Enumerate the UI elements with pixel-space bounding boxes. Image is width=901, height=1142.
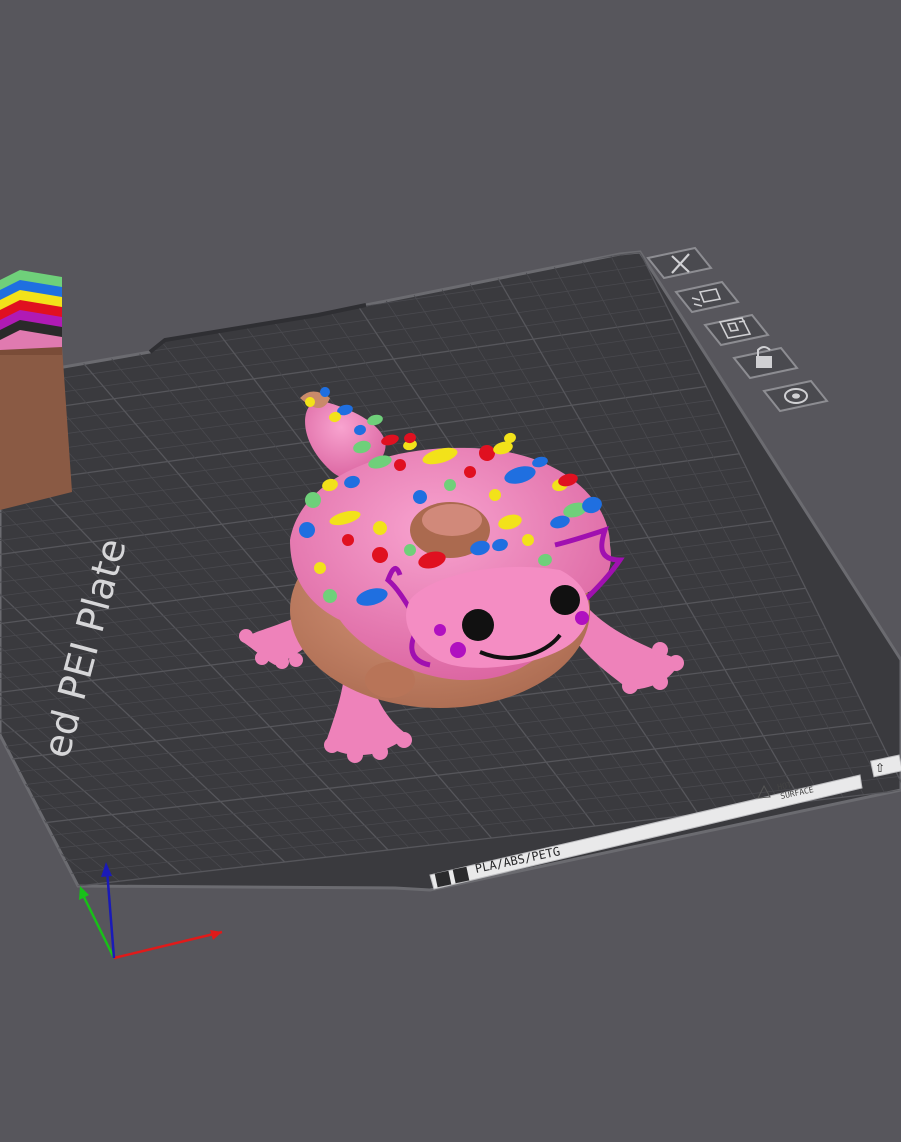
model-right-eye: [550, 585, 580, 615]
axis-x: [113, 930, 223, 960]
wipe-tower[interactable]: [0, 270, 72, 510]
model-left-eye: [462, 609, 494, 641]
plate-lock-button[interactable]: [732, 346, 799, 380]
3d-viewport[interactable]: ed PEI Plate PLA/ABS/PETG HOT SURFACE ⇧: [0, 0, 901, 1142]
plate-arrange-button[interactable]: [703, 313, 770, 347]
plate-auto-orient-button[interactable]: [674, 280, 740, 314]
plate-settings-button[interactable]: [762, 379, 829, 413]
lock-icon: [756, 346, 772, 368]
upload-icon: ⇧: [875, 761, 885, 775]
scene-canvas[interactable]: ed PEI Plate PLA/ABS/PETG HOT SURFACE ⇧: [0, 0, 901, 1142]
plate-close-button[interactable]: [646, 246, 713, 280]
